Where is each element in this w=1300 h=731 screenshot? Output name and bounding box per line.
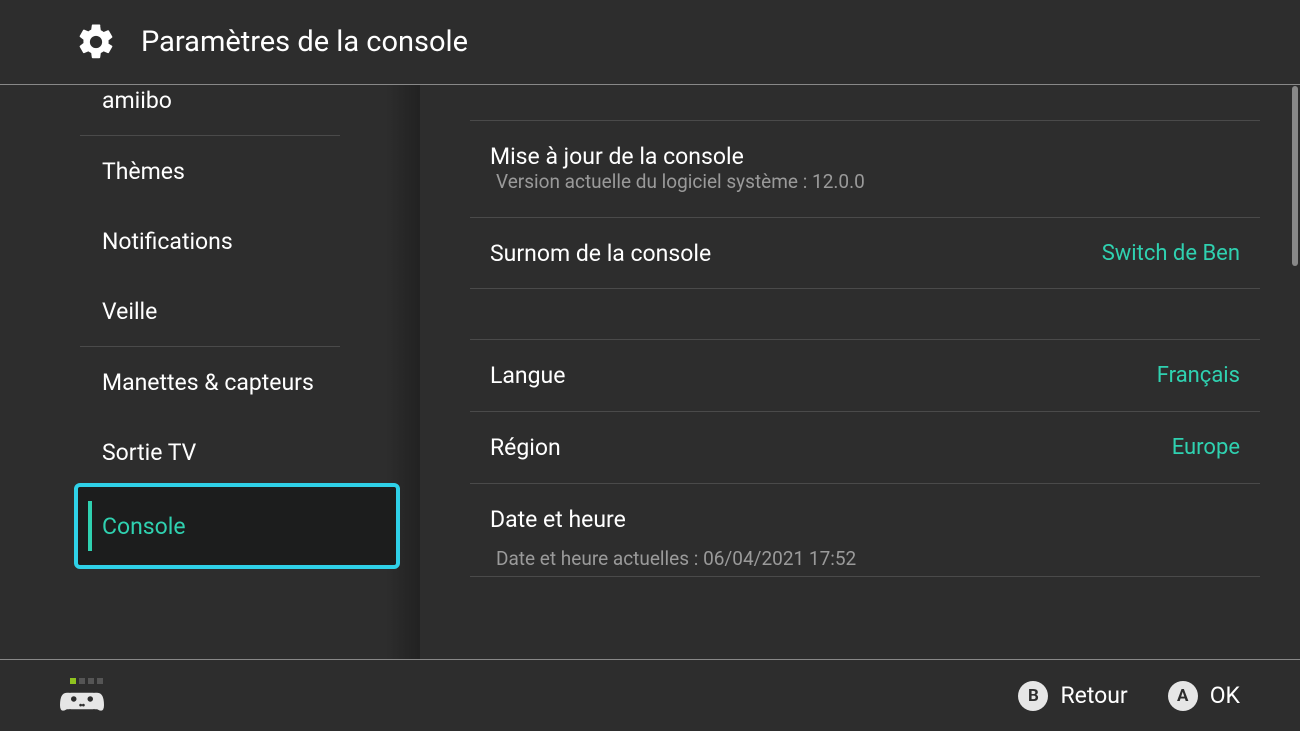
footer-actions: B Retour A OK: [1018, 681, 1240, 711]
sidebar-item-controllers[interactable]: Manettes & capteurs: [0, 347, 420, 417]
sidebar-item-label: Notifications: [102, 228, 233, 255]
footer: B Retour A OK: [0, 659, 1300, 731]
settings-sidebar: amiibo Thèmes Notifications Veille Manet…: [0, 85, 420, 659]
row-label: Surnom de la console: [490, 240, 711, 267]
row-language[interactable]: Langue Français: [470, 339, 1260, 411]
row-datetime[interactable]: Date et heure Date et heure actuelles : …: [470, 483, 1260, 577]
settings-gear-icon: [75, 21, 117, 63]
row-label: Date et heure: [490, 506, 626, 533]
b-button-icon: B: [1018, 681, 1048, 711]
player-indicator-dots: [70, 678, 103, 684]
sidebar-item-label: Sortie TV: [102, 439, 196, 466]
row-label: Mise à jour de la console: [490, 143, 744, 170]
ok-button-hint[interactable]: A OK: [1168, 681, 1240, 711]
sidebar-item-console[interactable]: Console: [78, 487, 396, 565]
header: Paramètres de la console: [0, 0, 1300, 85]
sidebar-item-label: Veille: [102, 298, 157, 325]
row-value: Switch de Ben: [1102, 241, 1240, 266]
sidebar-item-amiibo[interactable]: amiibo: [0, 85, 420, 135]
scrollbar[interactable]: [1292, 86, 1298, 266]
controller-status: [60, 678, 104, 714]
controller-icon: [60, 688, 104, 714]
sidebar-item-label: Thèmes: [102, 158, 185, 185]
settings-content: Mise à jour de la console Version actuel…: [420, 85, 1300, 659]
row-system-update[interactable]: Mise à jour de la console: [470, 120, 1260, 176]
row-datetime-subtext: Date et heure actuelles : 06/04/2021 17:…: [490, 533, 856, 570]
row-label: Langue: [490, 362, 565, 389]
sidebar-item-notifications[interactable]: Notifications: [0, 206, 420, 276]
row-value: Français: [1157, 363, 1240, 388]
sidebar-item-label: amiibo: [102, 87, 172, 114]
back-label: Retour: [1060, 682, 1127, 709]
row-console-nickname[interactable]: Surnom de la console Switch de Ben: [470, 217, 1260, 289]
ok-label: OK: [1210, 682, 1240, 709]
a-button-icon: A: [1168, 681, 1198, 711]
row-system-update-subtext: Version actuelle du logiciel système : 1…: [470, 170, 1260, 217]
main-area: amiibo Thèmes Notifications Veille Manet…: [0, 85, 1300, 659]
sidebar-item-tv-output[interactable]: Sortie TV: [0, 417, 420, 487]
row-label: Région: [490, 434, 561, 461]
row-value: Europe: [1172, 435, 1240, 460]
sidebar-item-label: Manettes & capteurs: [102, 369, 314, 396]
row-region[interactable]: Région Europe: [470, 411, 1260, 483]
sidebar-item-themes[interactable]: Thèmes: [0, 136, 420, 206]
back-button-hint[interactable]: B Retour: [1018, 681, 1127, 711]
sidebar-item-sleep[interactable]: Veille: [0, 276, 420, 346]
sidebar-item-label: Console: [102, 513, 186, 540]
page-title: Paramètres de la console: [141, 25, 468, 59]
